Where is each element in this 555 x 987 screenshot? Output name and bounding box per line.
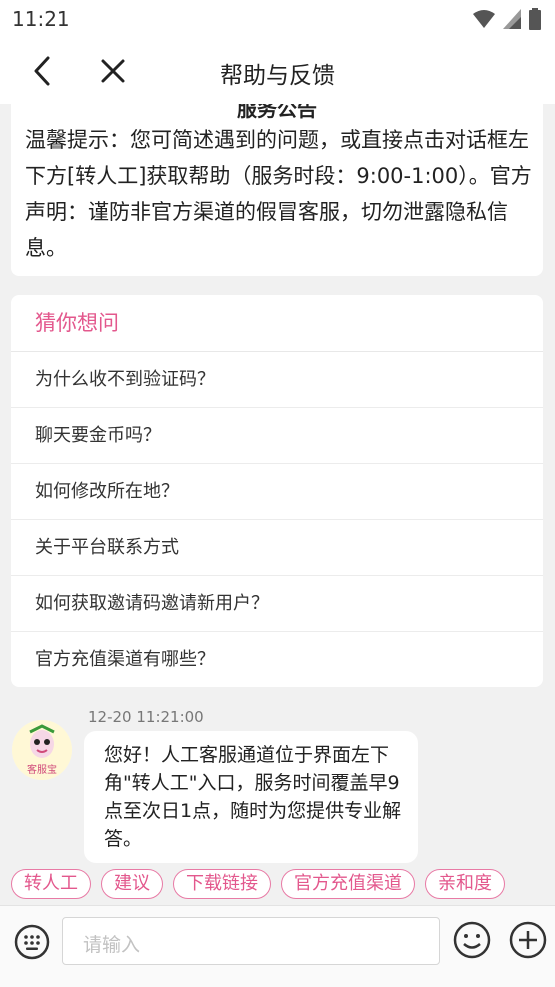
faq-item[interactable]: 官方充值渠道有哪些？ xyxy=(11,632,543,687)
quick-reply-chip[interactable]: 转人工 xyxy=(11,869,91,899)
chat-bubble: 您好！人工客服通道位于界面左下角"转人工"入口，服务时间覆盖早9点至次日1点，随… xyxy=(84,731,418,863)
faq-title: 猜你想问 xyxy=(11,295,543,352)
quick-reply-chip[interactable]: 建议 xyxy=(101,869,163,899)
emoji-icon[interactable] xyxy=(452,920,492,960)
keyboard-icon[interactable] xyxy=(14,924,50,960)
notice-title: 服务公告 xyxy=(237,104,317,121)
input-bar: 请输入 xyxy=(0,905,555,987)
message-input-placeholder: 请输入 xyxy=(83,934,141,956)
signal-icon xyxy=(503,9,521,29)
faq-item[interactable]: 如何获取邀请码邀请新用户？ xyxy=(11,576,543,632)
avatar-label: 客服宝 xyxy=(27,763,57,776)
faq-item[interactable]: 如何修改所在地？ xyxy=(11,464,543,520)
wifi-icon xyxy=(473,10,495,28)
faq-card: 猜你想问 为什么收不到验证码？ 聊天要金币吗？ 如何修改所在地？ 关于平台联系方… xyxy=(11,295,543,687)
faq-item[interactable]: 聊天要金币吗？ xyxy=(11,408,543,464)
chat-message: 您好！人工客服通道位于界面左下角"转人工"入口，服务时间覆盖早9点至次日1点，随… xyxy=(104,744,402,850)
status-bar: 11:21 xyxy=(0,0,555,38)
page-title: 帮助与反馈 xyxy=(220,63,335,89)
nav-bar: 帮助与反馈 xyxy=(0,38,555,104)
customer-service-avatar-icon: 客服宝 xyxy=(12,720,72,780)
quick-reply-chip[interactable]: 亲和度 xyxy=(425,869,505,899)
avatar[interactable]: 客服宝 xyxy=(12,720,72,780)
faq-item[interactable]: 关于平台联系方式 xyxy=(11,520,543,576)
plus-icon[interactable] xyxy=(508,920,548,960)
quick-reply-chip[interactable]: 官方充值渠道 xyxy=(281,869,415,899)
notice-text: 温馨提示：您可简述遇到的问题，或直接点击对话框左下方[转人工]获取帮助（服务时段… xyxy=(25,128,532,260)
quick-reply-chip[interactable]: 下载链接 xyxy=(173,869,271,899)
faq-item[interactable]: 为什么收不到验证码？ xyxy=(11,352,543,408)
status-icons xyxy=(473,8,541,30)
battery-icon xyxy=(529,8,541,30)
status-time: 11:21 xyxy=(12,7,70,31)
notice-card: 服务公告 温馨提示：您可简述遇到的问题，或直接点击对话框左下方[转人工]获取帮助… xyxy=(11,104,543,276)
quick-replies: 转人工 建议 下载链接 官方充值渠道 亲和度 xyxy=(11,869,555,899)
chat-timestamp: 12-20 11:21:00 xyxy=(88,708,204,726)
message-input[interactable]: 请输入 xyxy=(62,917,440,965)
